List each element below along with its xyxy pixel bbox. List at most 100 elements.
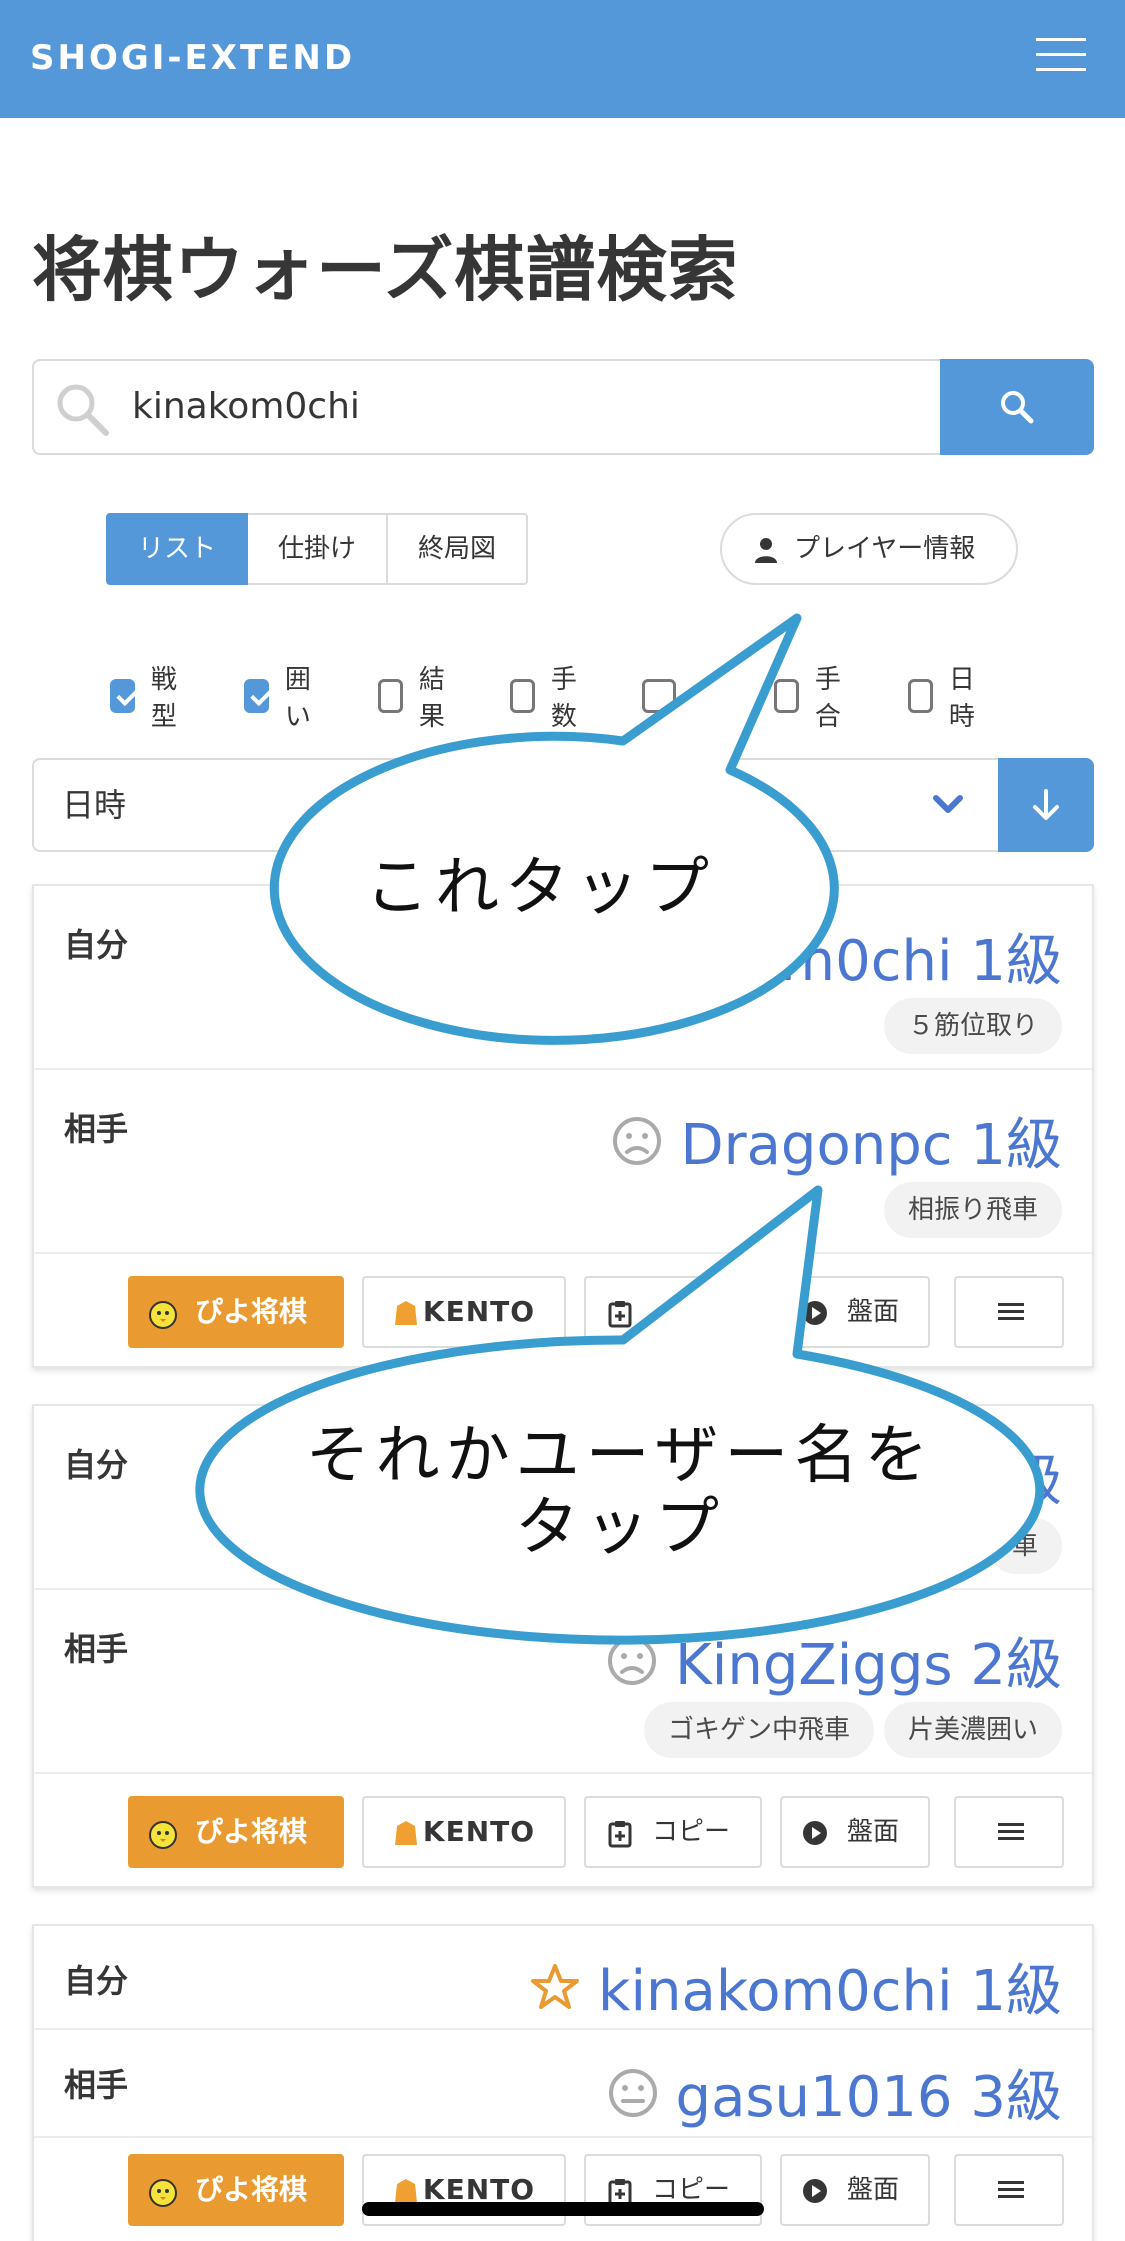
- player-name-text: m0chi 1級: [780, 929, 1062, 994]
- piyo-shogi-button[interactable]: ぴよ将棋: [128, 1796, 344, 1868]
- sort-select[interactable]: 日時: [32, 758, 1000, 852]
- shogi-piece-icon: [395, 1821, 417, 1845]
- checkbox-icon: [510, 679, 535, 713]
- copy-button[interactable]: コ: [584, 1276, 762, 1348]
- column-toggle-kakoi[interactable]: 囲い: [244, 665, 320, 732]
- kento-label: KENTO: [422, 1815, 536, 1848]
- tab-shikake[interactable]: 仕掛け: [246, 513, 388, 585]
- star-icon: [531, 1963, 580, 2009]
- play-circle-icon: [803, 1821, 827, 1845]
- copy-label: コ: [677, 1297, 704, 1327]
- shogi-piece-icon: [395, 2179, 417, 2203]
- self-label: 自分: [64, 1446, 129, 1484]
- search-input[interactable]: kinakom0chi: [32, 359, 942, 455]
- self-label: 自分: [64, 926, 129, 964]
- callout-text-1: これタップ: [365, 851, 715, 925]
- search-button[interactable]: [940, 359, 1094, 455]
- callout-text-2-line1: それかユーザー名を: [305, 1419, 935, 1493]
- sort-direction-button[interactable]: [998, 758, 1094, 852]
- game-record-card: 自分 kinakom0chi 1級 相手 gasu1016 3級 ぴよ将棋 KE…: [32, 1924, 1094, 2241]
- castle-tag[interactable]: 片美濃囲い: [883, 1702, 1062, 1758]
- more-menu-button[interactable]: [954, 2154, 1064, 2226]
- opponent-label: 相手: [64, 1110, 129, 1148]
- hamburger-icon[interactable]: [1036, 38, 1086, 72]
- checkbox-icon: [642, 679, 676, 713]
- opponent-player-name[interactable]: Dragonpc 1級: [612, 1100, 1062, 1181]
- board-label: 盤面: [846, 2175, 899, 2205]
- opponent-player-name[interactable]: KingZiggs 2級: [607, 1620, 1062, 1701]
- search-icon: [54, 381, 110, 437]
- clipboard-icon: [608, 1821, 632, 1848]
- checkbox-icon: [774, 679, 799, 713]
- user-icon: [755, 538, 777, 563]
- self-player-name[interactable]: m0chi 1級: [781, 916, 1062, 997]
- column-toggle-label: 日時: [948, 665, 975, 732]
- strategy-tag[interactable]: ゴキゲン中飛車: [643, 1702, 874, 1758]
- chick-icon: [149, 1301, 177, 1329]
- column-toggle-moves[interactable]: 手数: [510, 665, 586, 732]
- column-toggle-label: 戦型: [150, 665, 177, 732]
- piyo-shogi-label: ぴよ将棋: [194, 1295, 307, 1328]
- board-label: 盤面: [846, 1817, 899, 1847]
- opponent-row: 相手 Dragonpc 1級 相振り飛車: [34, 1070, 1092, 1254]
- opponent-row: 相手 gasu1016 3級: [34, 2030, 1092, 2138]
- self-row: 自分 kinakom0chi 1級: [34, 1926, 1092, 2030]
- column-toggle-label: 結果: [418, 665, 445, 732]
- kento-button[interactable]: KENTO: [362, 1796, 566, 1868]
- piyo-shogi-button[interactable]: ぴよ将棋: [128, 2154, 344, 2226]
- menu-lines-icon: [998, 1303, 1024, 1320]
- column-toggle-label: 囲い: [284, 665, 311, 732]
- board-button[interactable]: 盤面: [780, 1276, 930, 1348]
- sad-face-icon: [613, 1116, 662, 1165]
- opponent-player-name[interactable]: gasu1016 3級: [608, 2052, 1062, 2133]
- chevron-down-icon: [933, 795, 963, 813]
- strategy-tag[interactable]: 相振り飛車: [883, 1182, 1062, 1238]
- player-name-text: kinakom0chi 1級: [598, 1959, 1062, 2024]
- tab-final-position[interactable]: 終局図: [386, 513, 528, 585]
- neutral-face-icon: [608, 2068, 657, 2117]
- board-label: 盤面: [846, 1297, 899, 1327]
- column-toggle-result[interactable]: 結果: [378, 665, 454, 732]
- copy-label: コピー: [651, 2175, 730, 2205]
- copy-button[interactable]: コピー: [584, 1796, 762, 1868]
- self-label: 自分: [64, 1962, 129, 2000]
- player-info-label: プレイヤー情報: [794, 534, 976, 564]
- search-input-value: kinakom0chi: [132, 386, 360, 427]
- opponent-label: 相手: [64, 2066, 129, 2104]
- view-tabs: リスト 仕掛け 終局図: [106, 513, 528, 585]
- strategy-tag[interactable]: ５筋位取り: [883, 998, 1062, 1054]
- copy-label: コピー: [651, 1817, 730, 1847]
- board-button[interactable]: 盤面: [780, 2154, 930, 2226]
- checkbox-icon: [244, 679, 269, 713]
- column-toggle-hidden[interactable]: [642, 676, 692, 716]
- more-menu-button[interactable]: [954, 1796, 1064, 1868]
- more-menu-button[interactable]: [954, 1276, 1064, 1348]
- piyo-shogi-label: ぴよ将棋: [194, 2173, 307, 2206]
- clipboard-icon: [608, 1301, 632, 1328]
- column-toggle-teai[interactable]: 手合: [774, 665, 850, 732]
- self-player-name[interactable]: 級: [1006, 1436, 1062, 1517]
- board-button[interactable]: 盤面: [780, 1796, 930, 1868]
- piyo-shogi-button[interactable]: ぴよ将棋: [128, 1276, 344, 1348]
- self-player-name[interactable]: kinakom0chi 1級: [530, 1946, 1062, 2027]
- piyo-shogi-label: ぴよ将棋: [194, 1815, 307, 1848]
- card-actions: ぴよ将棋 KENTO コピー 盤面: [34, 1774, 1092, 1890]
- player-name-text: 級: [1006, 1449, 1062, 1514]
- player-info-button[interactable]: プレイヤー情報: [720, 513, 1018, 585]
- menu-lines-icon: [998, 2181, 1024, 2198]
- column-toggle-label: 手数: [550, 665, 577, 732]
- chick-icon: [149, 2179, 177, 2207]
- kento-label: KENTO: [422, 1295, 536, 1328]
- player-name-text: Dragonpc 1級: [680, 1113, 1062, 1178]
- column-toggle-senkei[interactable]: 戦型: [110, 665, 186, 732]
- brand-logo[interactable]: SHOGI-EXTEND: [30, 38, 355, 78]
- sad-face-icon: [608, 1636, 657, 1685]
- card-actions: ぴよ将棋 KENTO コ 盤面: [34, 1254, 1092, 1370]
- kento-button[interactable]: KENTO: [362, 1276, 566, 1348]
- checkbox-icon: [908, 679, 933, 713]
- tab-list[interactable]: リスト: [106, 513, 248, 585]
- column-toggle-datetime[interactable]: 日時: [908, 665, 984, 732]
- play-circle-icon: [803, 2179, 827, 2203]
- page-title: 将棋ウォーズ棋譜検索: [32, 229, 739, 311]
- home-indicator[interactable]: [362, 2202, 764, 2216]
